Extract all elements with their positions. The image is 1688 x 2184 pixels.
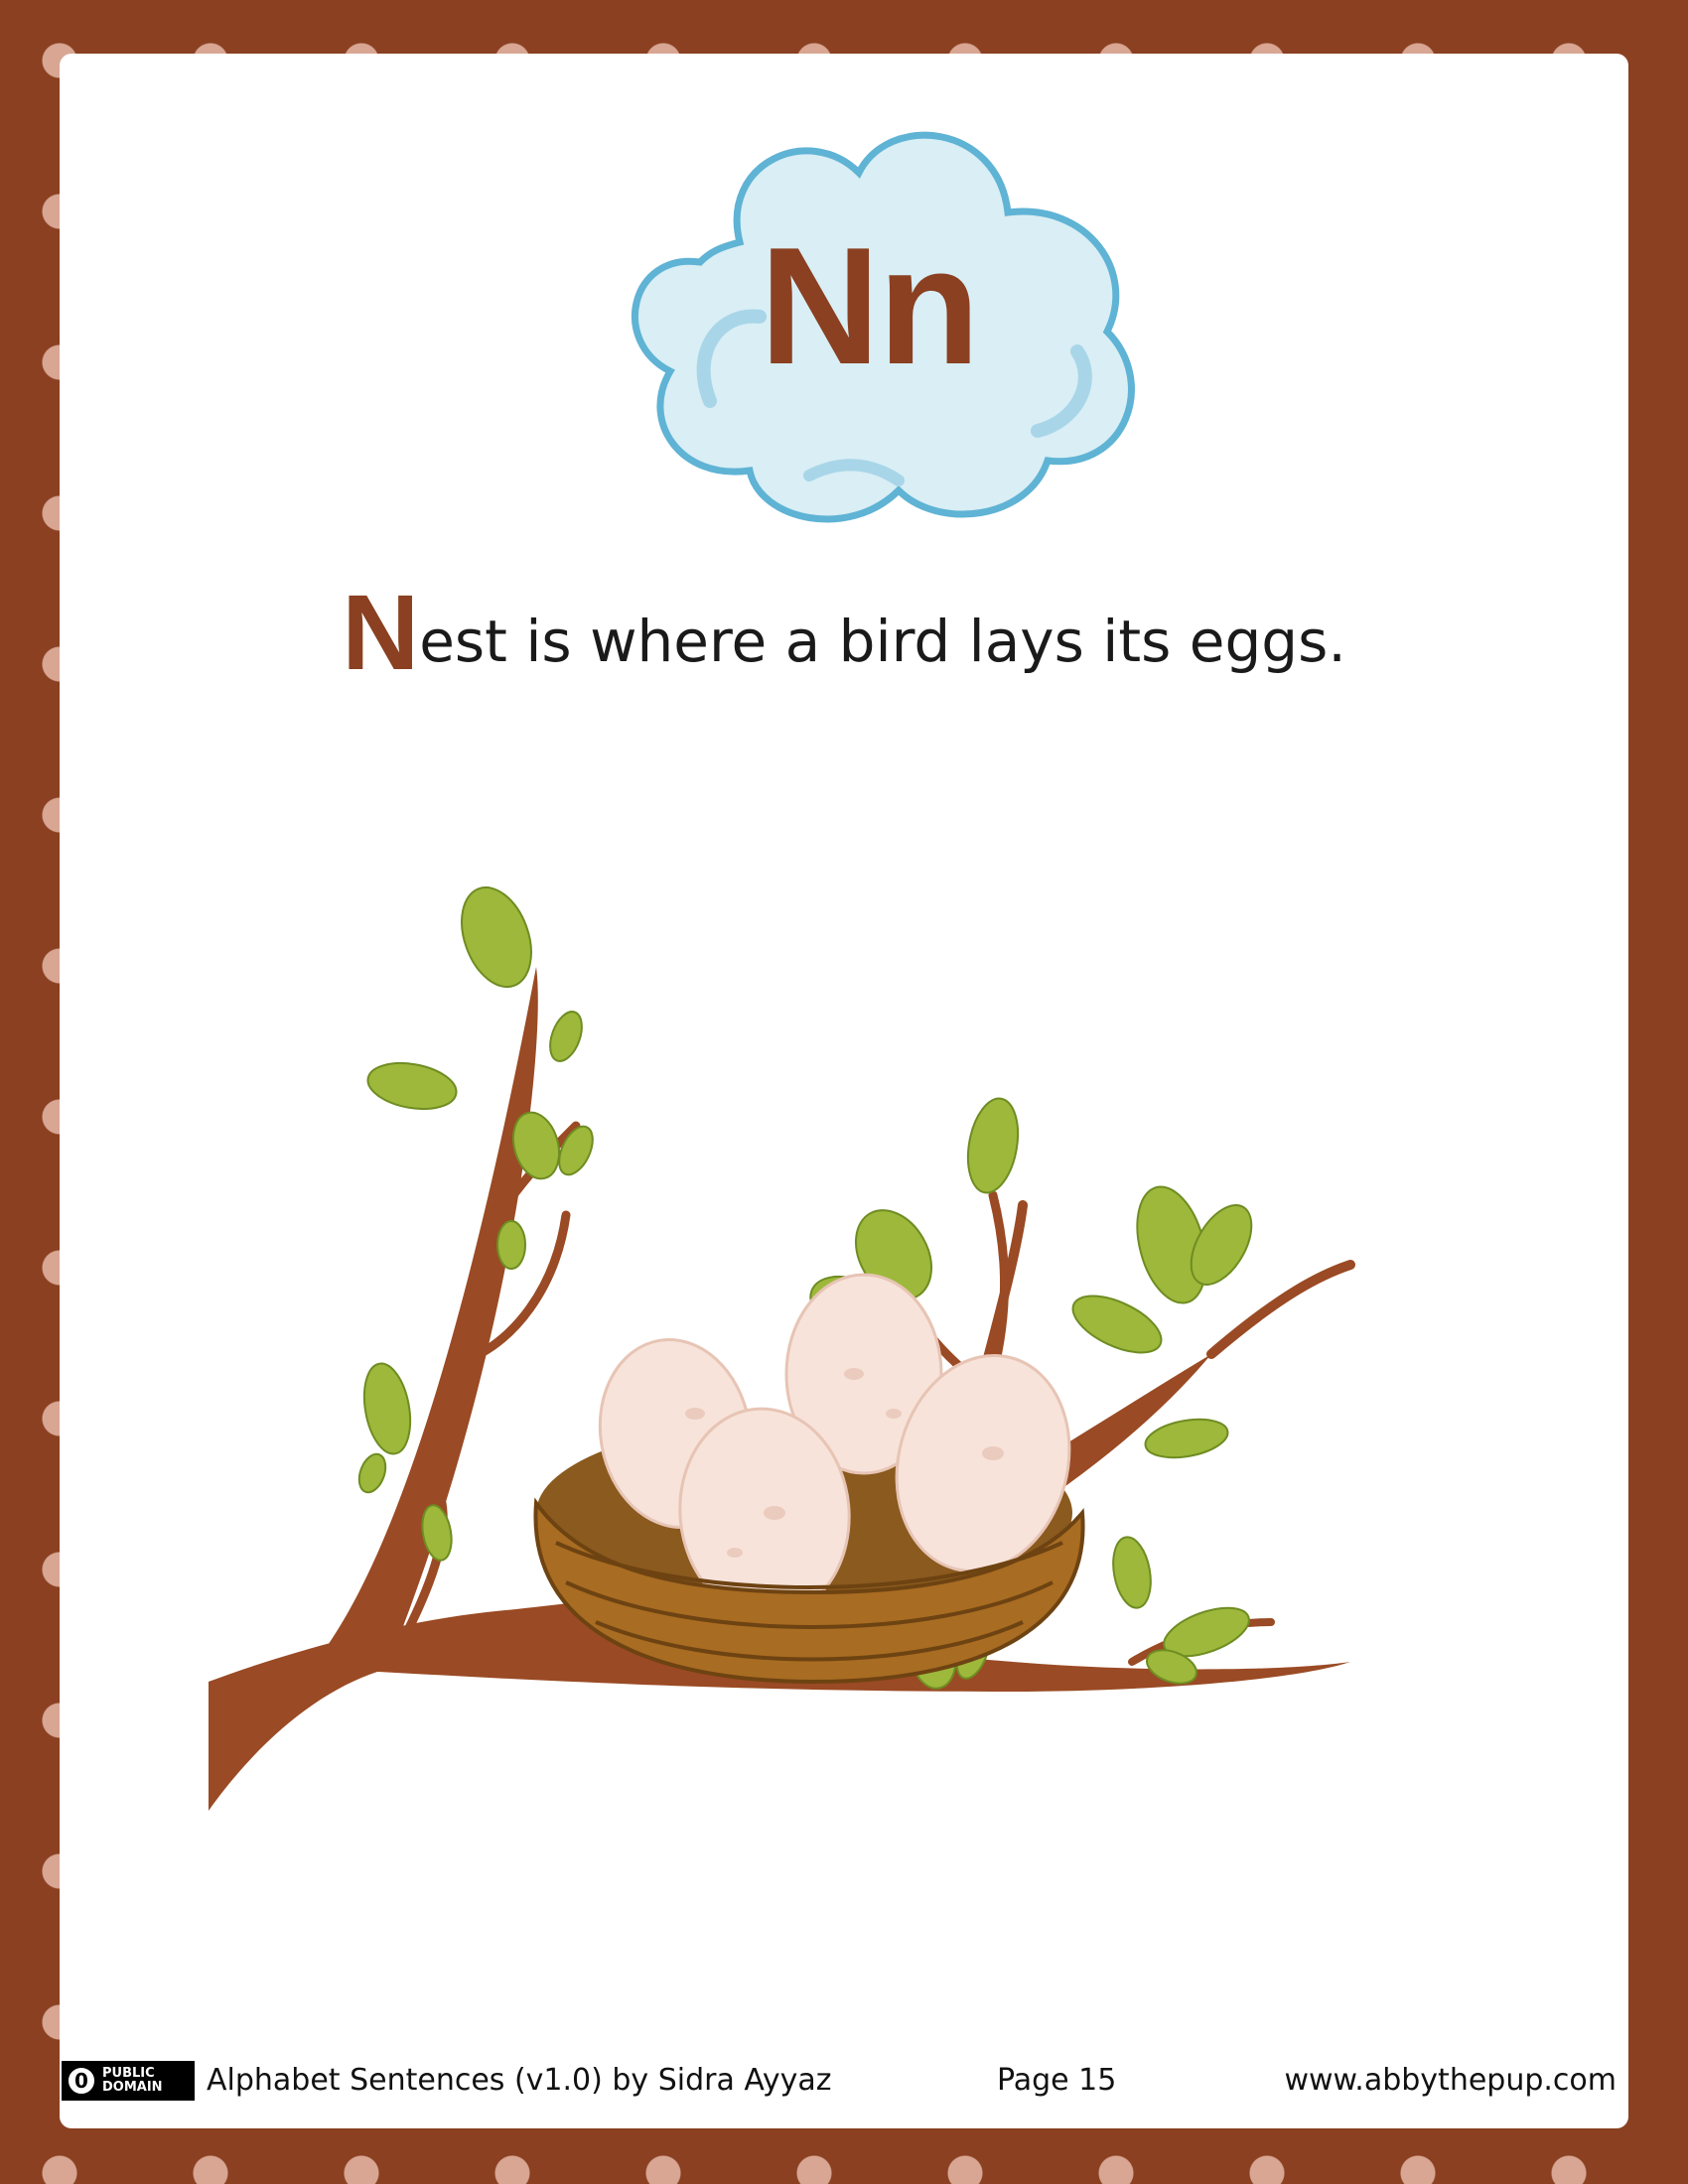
sentence-initial: N bbox=[342, 572, 420, 692]
public-domain-badge: 0 PUBLIC DOMAIN bbox=[62, 2061, 195, 2101]
page-footer: 0 PUBLIC DOMAIN Alphabet Sentences (v1.0… bbox=[60, 2061, 1628, 2107]
badge-text: PUBLIC DOMAIN bbox=[102, 2067, 192, 2095]
nest-with-eggs-icon bbox=[209, 886, 1355, 1811]
credit-text: Alphabet Sentences (v1.0) by Sidra Ayyaz bbox=[207, 2063, 832, 2098]
badge-line-1: PUBLIC bbox=[102, 2066, 155, 2081]
badge-line-2: DOMAIN bbox=[102, 2080, 163, 2095]
page-number: Page 15 bbox=[997, 2063, 1117, 2098]
nest-illustration bbox=[139, 818, 1609, 1914]
letter-cloud: Nn bbox=[571, 103, 1167, 560]
example-sentence: Nest is where a bird lays its eggs. bbox=[60, 570, 1628, 694]
page-card: Nn Nest is where a bird lays its eggs. 0… bbox=[60, 54, 1628, 2128]
big-letter: Nn bbox=[760, 212, 980, 399]
website-link[interactable]: www.abbythepup.com bbox=[1284, 2063, 1617, 2098]
public-domain-icon: 0 bbox=[67, 2066, 96, 2096]
polka-dot-border: Nn Nest is where a bird lays its eggs. 0… bbox=[0, 0, 1688, 2184]
sentence-rest: est is where a bird lays its eggs. bbox=[419, 608, 1346, 675]
